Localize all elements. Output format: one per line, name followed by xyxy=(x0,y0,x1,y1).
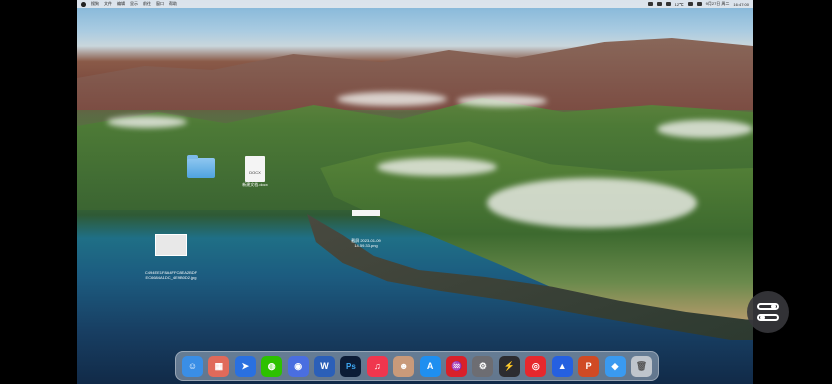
launchpad-icon[interactable]: ▦ xyxy=(208,355,230,377)
screenshot-thumbnail xyxy=(352,210,380,216)
wechat-icon[interactable]: ◍ xyxy=(261,355,283,377)
cloud xyxy=(107,116,187,128)
menu-item[interactable]: 帮助 xyxy=(169,1,177,7)
menu-item[interactable]: 搜狗 xyxy=(91,1,99,7)
cloud xyxy=(487,178,697,228)
menu-item[interactable]: 窗口 xyxy=(156,1,164,7)
cloud xyxy=(377,158,497,176)
screenshot-label: 截屏 2023-01-09 14.59.33.png xyxy=(351,238,381,248)
cloud xyxy=(337,92,447,106)
browser-icon[interactable]: ◉ xyxy=(287,355,309,377)
bookmark-icon[interactable]: ▲ xyxy=(551,355,573,377)
image-label: C494EE1F8A4FFC8EA2BDF EC6684A1DC_4E9B0D2… xyxy=(144,270,198,280)
finder-icon[interactable]: ☺ xyxy=(182,355,203,377)
word-icon[interactable]: W xyxy=(314,355,336,377)
apple-icon[interactable] xyxy=(81,1,86,7)
document-icon: DOCX xyxy=(245,156,265,182)
desktop-image[interactable]: C494EE1F8A4FFC8EA2BDF EC6684A1DC_4E9B0D2… xyxy=(141,224,201,290)
dock: ☺ ▦ ➤ ◍ ◉ W Ps ♫ ☻ A ♒ ⚙ ⚡ ◎ ▲ P ◆ 🗑 xyxy=(175,351,659,381)
photoshop-icon[interactable]: Ps xyxy=(340,355,362,377)
netease-cloud-icon[interactable]: ◎ xyxy=(525,355,547,377)
menu-item[interactable]: 编辑 xyxy=(117,1,125,7)
status-icon[interactable] xyxy=(656,2,662,6)
menu-item[interactable]: 文件 xyxy=(104,1,112,7)
menubar-date[interactable]: 9月27日 周二 xyxy=(706,1,730,7)
toggle-switches-icon[interactable] xyxy=(747,291,789,333)
settings-icon[interactable]: ⚙ xyxy=(472,355,494,377)
cloud xyxy=(457,95,547,107)
desktop-folder[interactable] xyxy=(187,155,215,178)
desktop-screen: 搜狗 文件 编辑 显示 前往 窗口 帮助 12℃ 9月27日 周二 16:47:… xyxy=(77,0,753,384)
avatar-icon[interactable]: ☻ xyxy=(393,355,415,377)
image-thumbnail xyxy=(155,234,187,256)
powerpoint-icon[interactable]: P xyxy=(578,355,600,377)
desktop-document[interactable]: DOCX 新建文档.docx xyxy=(239,156,271,187)
search-icon[interactable] xyxy=(696,2,702,6)
desktop-screenshot[interactable]: 截屏 2023-01-09 14.59.33.png xyxy=(341,200,391,258)
cloud xyxy=(657,120,753,138)
toggle-top xyxy=(757,303,779,310)
status-icon[interactable] xyxy=(647,2,653,6)
menu-item[interactable]: 显示 xyxy=(130,1,138,7)
netease-music-icon[interactable]: ♒ xyxy=(446,355,468,377)
wifi-icon[interactable] xyxy=(687,2,693,6)
music-icon[interactable]: ♫ xyxy=(366,355,388,377)
appstore-icon[interactable]: A xyxy=(419,355,441,377)
toggle-bottom xyxy=(757,314,779,321)
trash-icon[interactable]: 🗑 xyxy=(630,355,652,377)
folder-icon xyxy=(187,155,215,178)
weather-text[interactable]: 12℃ xyxy=(675,2,684,7)
app-blue-icon[interactable]: ◆ xyxy=(604,355,626,377)
status-icon[interactable] xyxy=(665,2,671,6)
document-label: 新建文档.docx xyxy=(242,182,268,187)
bolt-icon[interactable]: ⚡ xyxy=(498,355,520,377)
feishu-icon[interactable]: ➤ xyxy=(234,355,256,377)
menu-item[interactable]: 前往 xyxy=(143,1,151,7)
menu-bar: 搜狗 文件 编辑 显示 前往 窗口 帮助 12℃ 9月27日 周二 16:47:… xyxy=(77,0,753,8)
menubar-time[interactable]: 16:47:00 xyxy=(733,2,749,7)
